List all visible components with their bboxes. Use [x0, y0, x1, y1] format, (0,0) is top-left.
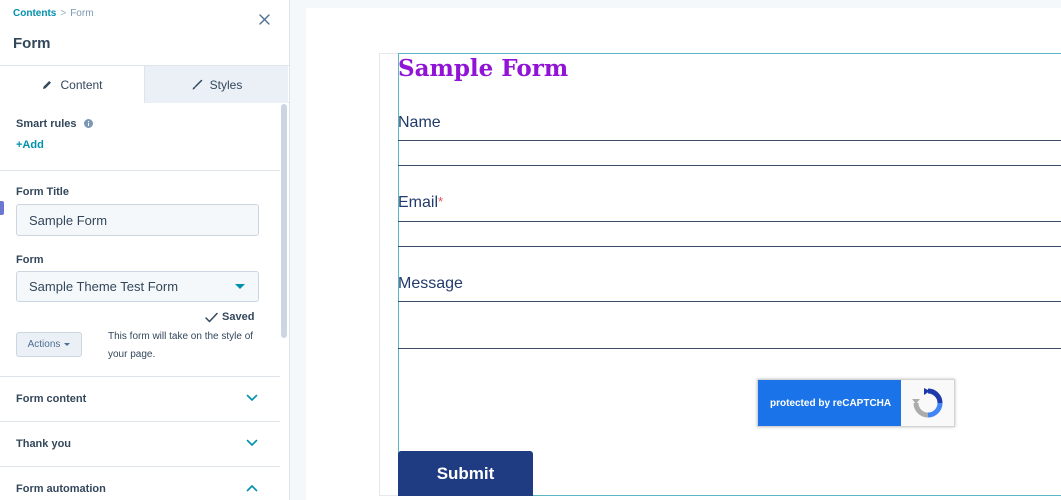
smart-rules-section: Smart rules [16, 118, 93, 130]
smart-rules-label: Smart rules [16, 118, 77, 130]
form-title-label: Form Title [16, 186, 69, 198]
panel-title: Form [13, 35, 51, 52]
form-select-value: Sample Theme Test Form [29, 279, 179, 294]
field-label-message: Message [398, 275, 463, 292]
breadcrumb: Contents > Form [13, 8, 94, 19]
message-textarea-top-border [398, 301, 1061, 302]
brush-icon [192, 79, 202, 89]
actions-label: Actions [27, 339, 61, 350]
editor-sidebar: Contents > Form Form Content Styles Smart … [0, 0, 290, 500]
actions-dropdown-button[interactable]: Actions [16, 332, 82, 357]
name-input-bottom-border [398, 165, 1061, 166]
chevron-down-icon [246, 394, 258, 401]
caret-down-icon [235, 284, 245, 289]
name-input-top-border [398, 140, 1061, 141]
saved-label: Saved [222, 311, 255, 323]
accordion-form-content[interactable]: Form content [0, 376, 280, 421]
form-module-selected[interactable] [398, 53, 1061, 496]
accordion-thank-you[interactable]: Thank you [0, 421, 280, 466]
close-icon[interactable] [258, 13, 271, 26]
email-input-top-border [398, 221, 1061, 222]
tab-content-label: Content [60, 77, 103, 92]
field-label-email-text: Email [398, 194, 439, 211]
accordion-form-automation-label: Form automation [16, 483, 106, 495]
field-label-email: Email* [398, 194, 443, 212]
recaptcha-badge[interactable]: protected by reCAPTCHA [757, 379, 955, 427]
chevron-down-icon [246, 439, 258, 446]
breadcrumb-separator: > [60, 8, 67, 19]
tab-styles[interactable]: Styles [144, 66, 288, 103]
saved-status: Saved [205, 311, 254, 323]
add-smart-rule-link[interactable]: +Add [16, 139, 44, 151]
form-select-dropdown[interactable]: Sample Theme Test Form [16, 271, 259, 302]
info-icon[interactable] [83, 119, 93, 128]
email-input-bottom-border [398, 246, 1061, 247]
submit-button[interactable]: Submit [398, 451, 533, 496]
required-asterisk: * [438, 194, 444, 209]
active-field-marker [0, 201, 4, 215]
recaptcha-text: protected by reCAPTCHA [758, 380, 901, 426]
section-divider [0, 170, 280, 171]
form-style-help-text: This form will take on the style of your… [108, 331, 254, 360]
recaptcha-logo-icon [912, 388, 943, 418]
form-select-label: Form [16, 254, 44, 266]
accordion-thank-you-label: Thank you [16, 438, 72, 450]
scrollbar-thumb[interactable] [281, 104, 287, 338]
checkmark-icon [205, 312, 218, 322]
pencil-icon [43, 80, 52, 89]
accordion-form-content-label: Form content [16, 393, 87, 405]
form-title-input[interactable] [16, 204, 259, 236]
breadcrumb-current: Form [70, 8, 94, 19]
tab-content[interactable]: Content [0, 66, 144, 103]
preview-form-title: Sample Form [398, 55, 569, 82]
field-label-name: Name [398, 114, 441, 131]
accordion-form-automation[interactable]: Form automation [0, 466, 280, 500]
breadcrumb-contents-link[interactable]: Contents [13, 8, 56, 19]
scrollbar[interactable] [280, 104, 288, 500]
dropdown-caret-icon [64, 343, 71, 346]
chevron-up-icon [246, 485, 258, 492]
message-textarea-bottom-border [398, 348, 1061, 349]
tab-styles-label: Styles [209, 77, 243, 92]
tab-bar: Content Styles [0, 65, 289, 103]
